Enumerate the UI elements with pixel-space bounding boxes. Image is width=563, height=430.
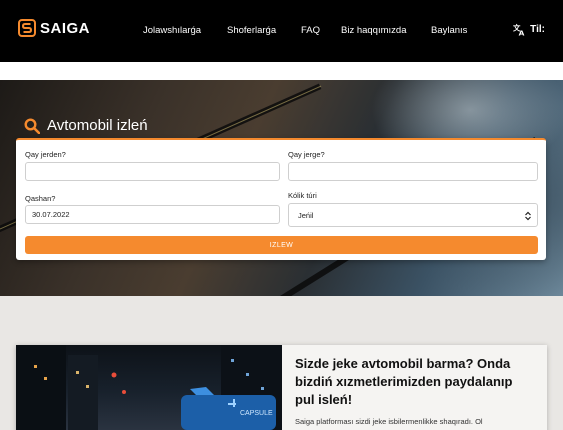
nav-drivers[interactable]: Shoferlarǵa [227, 25, 276, 36]
nav-faq[interactable]: FAQ [301, 25, 320, 36]
vehicle-label: Kólik túri [288, 191, 317, 200]
date-input[interactable]: 30.07.2022 [25, 205, 280, 224]
date-value: 30.07.2022 [32, 210, 70, 219]
nav-contact[interactable]: Baylanıs [431, 25, 467, 36]
promo-heading: Sizde jeke avtomobil barma? Onda bizdiń … [295, 356, 513, 407]
search-title: Avtomobil izleń [24, 117, 148, 134]
hero-section: Avtomobil izleń Qay jerden? Qay jerge? Q… [0, 80, 563, 296]
driver-promo-card: CAPSULE Sizde jeke avtomobil barma? Onda… [16, 345, 547, 430]
search-title-text: Avtomobil izleń [47, 117, 148, 134]
date-label: Qashan? [25, 194, 56, 203]
translate-icon: 文 A [513, 23, 525, 36]
from-label: Qay jerden? [25, 150, 66, 159]
nav-passengers[interactable]: Jolawshılarǵa [143, 25, 201, 36]
night-city-taxi-image: CAPSULE [16, 345, 282, 430]
search-icon [24, 117, 40, 134]
select-arrow-icon [525, 211, 531, 221]
vehicle-select[interactable]: Jeńil [288, 203, 538, 227]
from-input[interactable] [25, 162, 280, 181]
to-label: Qay jerge? [288, 150, 325, 159]
vehicle-select-value: Jeńil [298, 210, 314, 220]
search-form: Qay jerden? Qay jerge? Qashan? 30.07.202… [16, 138, 546, 260]
top-navbar: SAIGA Jolawshılarǵa Shoferlarǵa FAQ Biz … [0, 0, 563, 62]
nav-about[interactable]: Biz haqqımızda [341, 25, 406, 36]
svg-text:A: A [519, 29, 525, 36]
promo-text: Saiga platforması sizdi jeke isbilermenl… [295, 417, 483, 426]
taxi-sign-text: CAPSULE [240, 410, 273, 417]
language-label: Til: [530, 24, 545, 35]
promo-image: CAPSULE [16, 345, 282, 430]
main-nav: Jolawshılarǵa Shoferlarǵa FAQ Biz haqqım… [0, 25, 563, 37]
language-selector[interactable]: 文 A Til: [513, 23, 545, 36]
to-input[interactable] [288, 162, 538, 181]
search-button[interactable]: IZLEW [25, 236, 538, 254]
header-strip [0, 62, 563, 80]
